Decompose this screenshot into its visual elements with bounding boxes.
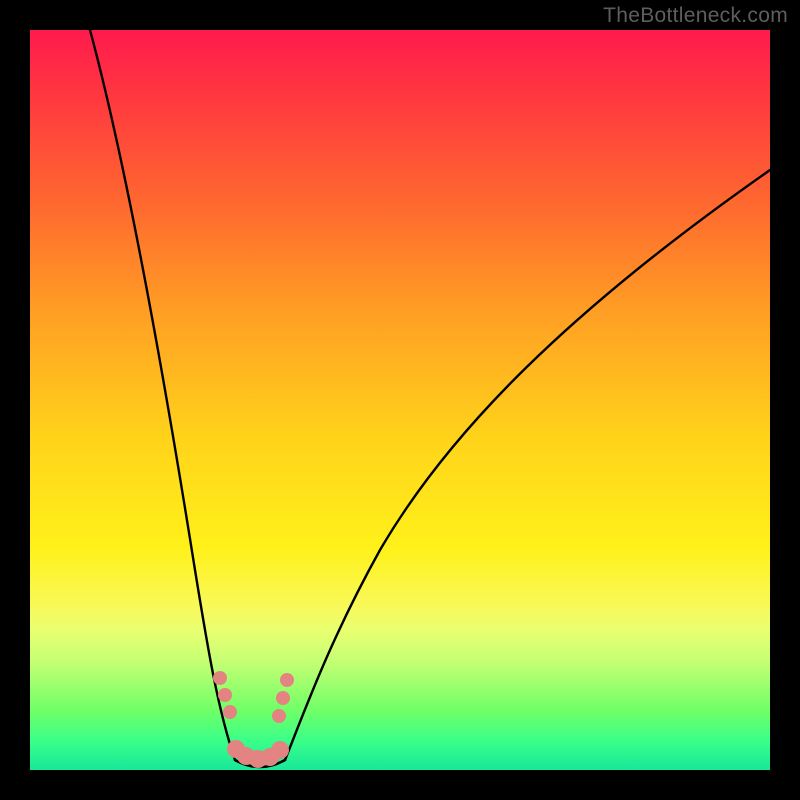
bead-trough-5 — [271, 741, 289, 759]
watermark-text: TheBottleneck.com — [603, 4, 788, 28]
curve-group — [90, 30, 770, 767]
plot-area — [30, 30, 770, 770]
bead-left-3 — [223, 705, 237, 719]
beads-group — [213, 671, 294, 768]
bead-right-1 — [280, 673, 294, 687]
bead-right-3 — [272, 709, 286, 723]
chart-frame: TheBottleneck.com — [0, 0, 800, 800]
bead-left-1 — [213, 671, 227, 685]
curve-left — [90, 30, 235, 760]
bead-right-2 — [276, 691, 290, 705]
bead-left-2 — [218, 688, 232, 702]
curve-right — [285, 170, 770, 760]
curve-svg — [30, 30, 770, 770]
